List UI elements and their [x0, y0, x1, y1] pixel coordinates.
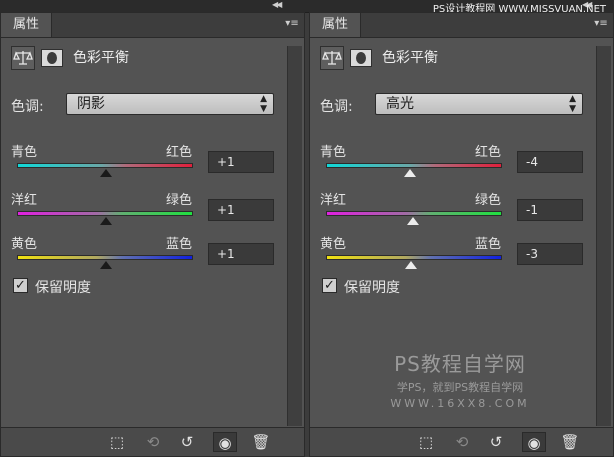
- select-arrows-icon: ▲ ▼: [569, 94, 576, 114]
- adjustment-header: 色彩平衡: [320, 46, 603, 72]
- properties-panel-left: 属性 ▾≡ 色彩平衡 色调: 阴影 ▲ ▼ 青色 红色 +1 洋红 绿色 +1 黄…: [0, 12, 305, 457]
- slider-left-label: 青色: [320, 145, 347, 160]
- tone-select[interactable]: 高光 ▲ ▼: [375, 93, 583, 115]
- tab-properties[interactable]: 属性: [1, 13, 52, 37]
- slider-right-label: 蓝色: [474, 237, 501, 252]
- slider-thumb[interactable]: [407, 217, 420, 225]
- adjustment-title: 色彩平衡: [73, 50, 129, 66]
- tone-row: 色调: 阴影 ▲ ▼: [11, 93, 274, 117]
- tab-properties[interactable]: 属性: [310, 13, 361, 37]
- tone-select[interactable]: 阴影 ▲ ▼: [66, 93, 274, 115]
- balance-scale-icon: [320, 46, 344, 70]
- magenta-green-value[interactable]: -1: [517, 199, 583, 221]
- tone-label: 色调:: [11, 99, 44, 115]
- yellow-blue-track[interactable]: [17, 255, 193, 260]
- slider-left-label: 黄色: [11, 237, 38, 252]
- preserve-luminosity-label: 保留明度: [344, 280, 400, 296]
- watermark-subtitle: 学PS，就到PS教程自学网: [396, 381, 524, 394]
- yellow-blue-slider-group: 黄色 蓝色 +1: [11, 233, 274, 273]
- clip-to-layer-icon[interactable]: ⬚: [105, 432, 129, 452]
- cyan-red-slider-group: 青色 红色 +1: [11, 141, 274, 181]
- tone-select-value: 高光: [386, 96, 414, 112]
- slider-right-label: 红色: [474, 145, 501, 160]
- visibility-eye-icon[interactable]: ◉: [213, 432, 237, 452]
- slider-left-label: 洋红: [320, 193, 347, 208]
- view-previous-icon[interactable]: ⟲: [141, 432, 165, 452]
- slider-right-label: 绿色: [474, 193, 501, 208]
- visibility-eye-icon[interactable]: ◉: [522, 432, 546, 452]
- watermark-url: WWW.16XX8.COM: [390, 397, 530, 410]
- slider-right-label: 红色: [165, 145, 192, 160]
- slider-left-label: 青色: [11, 145, 38, 160]
- preserve-luminosity-checkbox[interactable]: ✓: [322, 278, 337, 293]
- clip-to-layer-icon[interactable]: ⬚: [414, 432, 438, 452]
- collapse-icon[interactable]: ◀◀: [272, 0, 282, 9]
- balance-scale-icon: [11, 46, 35, 70]
- preserve-luminosity-label: 保留明度: [35, 280, 91, 296]
- slider-left-label: 黄色: [320, 237, 347, 252]
- magenta-green-track[interactable]: [17, 211, 193, 216]
- slider-thumb[interactable]: [405, 261, 418, 269]
- panel-footer: ⬚ ⟲ ↺ ◉ 🗑: [1, 427, 304, 456]
- reset-icon[interactable]: ↺: [484, 432, 508, 452]
- slider-thumb[interactable]: [99, 217, 112, 225]
- cyan-red-slider-group: 青色 红色 -4: [320, 141, 583, 181]
- slider-thumb[interactable]: [99, 169, 112, 177]
- magenta-green-track[interactable]: [326, 211, 502, 216]
- adjustment-header: 色彩平衡: [11, 46, 294, 72]
- yellow-blue-value[interactable]: -3: [517, 243, 583, 265]
- panel-menu-icon[interactable]: ▾≡: [593, 18, 609, 30]
- cyan-red-track[interactable]: [17, 163, 193, 168]
- panel-menu-icon[interactable]: ▾≡: [284, 18, 300, 30]
- layer-mask-icon[interactable]: [41, 49, 63, 67]
- layer-mask-icon[interactable]: [350, 49, 372, 67]
- adjustment-title: 色彩平衡: [382, 50, 438, 66]
- yellow-blue-slider-group: 黄色 蓝色 -3: [320, 233, 583, 273]
- magenta-green-slider-group: 洋红 绿色 +1: [11, 189, 274, 229]
- tone-label: 色调:: [320, 99, 353, 115]
- tab-bar: 属性 ▾≡: [310, 13, 613, 38]
- scrollbar[interactable]: [287, 46, 302, 426]
- view-previous-icon[interactable]: ⟲: [450, 432, 474, 452]
- magenta-green-value[interactable]: +1: [208, 199, 274, 221]
- panel-footer: ⬚ ⟲ ↺ ◉ 🗑: [310, 427, 613, 456]
- tab-bar: 属性 ▾≡: [1, 13, 304, 38]
- select-arrows-icon: ▲ ▼: [260, 94, 267, 114]
- preserve-luminosity-checkbox[interactable]: ✓: [13, 278, 28, 293]
- trash-icon[interactable]: 🗑: [249, 432, 273, 452]
- slider-right-label: 绿色: [165, 193, 192, 208]
- slider-right-label: 蓝色: [165, 237, 192, 252]
- cyan-red-value[interactable]: +1: [208, 151, 274, 173]
- yellow-blue-track[interactable]: [326, 255, 502, 260]
- magenta-green-slider-group: 洋红 绿色 -1: [320, 189, 583, 229]
- tone-select-value: 阴影: [77, 96, 105, 112]
- trash-icon[interactable]: 🗑: [558, 432, 582, 452]
- site-watermark: PS教程自学网 学PS，就到PS教程自学网 WWW.16XX8.COM: [380, 348, 540, 410]
- yellow-blue-value[interactable]: +1: [208, 243, 274, 265]
- watermark-title: PS教程自学网: [394, 352, 526, 376]
- cyan-red-value[interactable]: -4: [517, 151, 583, 173]
- slider-thumb[interactable]: [404, 169, 417, 177]
- cyan-red-track[interactable]: [326, 163, 502, 168]
- scrollbar[interactable]: [596, 46, 611, 426]
- slider-thumb[interactable]: [99, 261, 112, 269]
- tone-row: 色调: 高光 ▲ ▼: [320, 93, 583, 117]
- reset-icon[interactable]: ↺: [175, 432, 199, 452]
- slider-left-label: 洋红: [11, 193, 38, 208]
